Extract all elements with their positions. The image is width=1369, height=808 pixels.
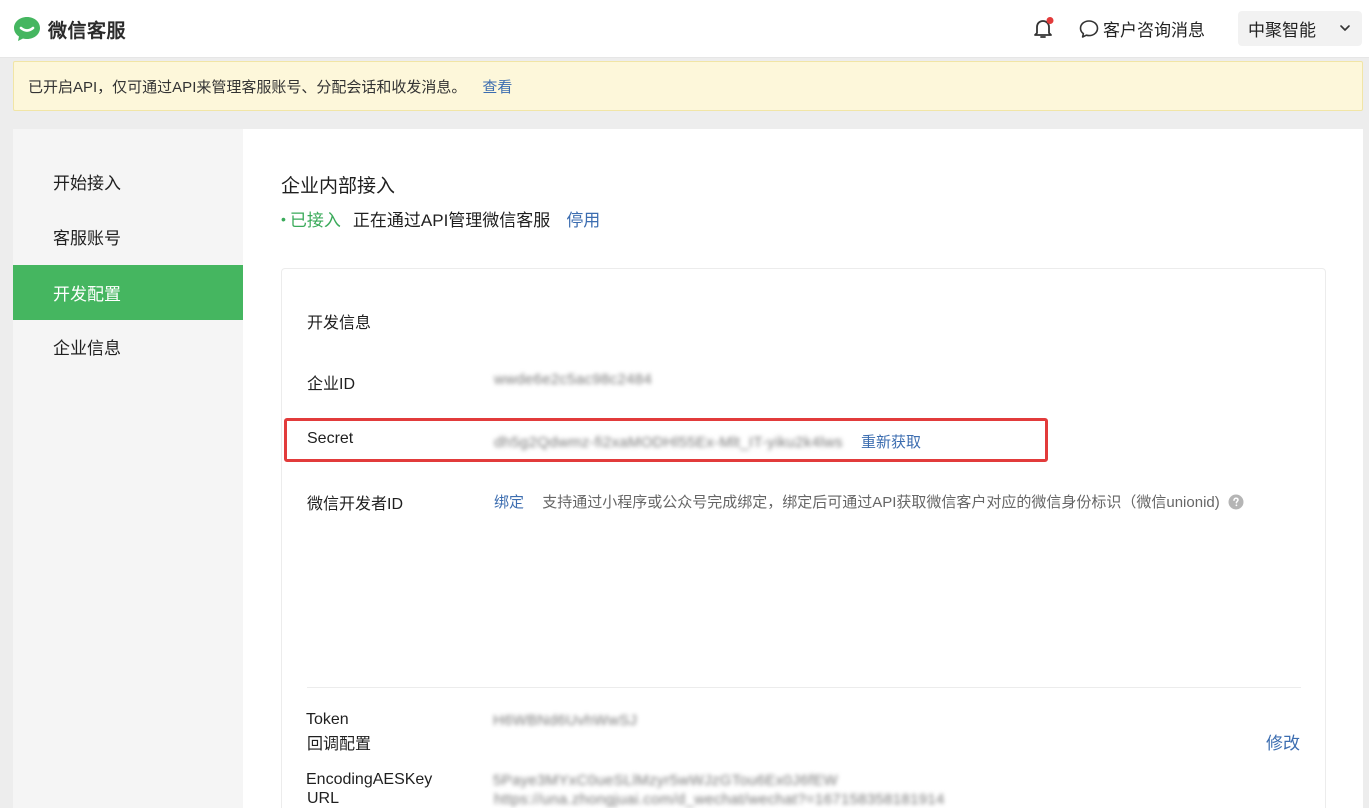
corp-id-value: wwde6e2c5ac98c2484 <box>494 371 653 388</box>
corp-id-label: 企业ID <box>307 376 356 393</box>
sidebar-item-label: 客服账号 <box>53 229 121 248</box>
question-help-icon[interactable] <box>1228 494 1244 510</box>
secret-value: dh5g2Qdwmz-fi2xaMODHl55Ex-Mlt_IT-yiku2k4… <box>494 434 843 451</box>
api-notice-view-link[interactable]: 查看 <box>482 76 512 97</box>
customer-messages-button[interactable]: 客户咨询消息 <box>1078 16 1205 41</box>
top-header: 微信客服 客户咨询消息 中聚智能 <box>0 0 1369 58</box>
bind-developer-id-link[interactable]: 绑定 <box>494 494 524 511</box>
section-divider <box>307 687 1301 688</box>
aes-key-label: EncodingAESKey <box>306 771 433 788</box>
sidebar-item-label: 企业信息 <box>53 339 121 358</box>
chat-bubble-icon <box>1079 19 1099 38</box>
api-notice-text: 已开启API，仅可通过API来管理客服账号、分配会话和收发消息。 <box>28 78 467 96</box>
status-badge: 已接入 <box>289 211 341 230</box>
sidebar-item-start[interactable]: 开始接入 <box>13 154 243 209</box>
app-logo[interactable]: 微信客服 <box>12 14 126 44</box>
bell-icon[interactable] <box>1031 16 1055 40</box>
sidebar-item-dev-config[interactable]: 开发配置 <box>13 265 243 320</box>
token-value: H6WBNd6UvhWwSJ <box>493 712 638 729</box>
developer-id-label: 微信开发者ID <box>307 496 404 513</box>
notification-dot-icon <box>1046 17 1054 24</box>
developer-id-description: 支持通过小程序或公众号完成绑定，绑定后可通过API获取微信客户对应的微信身份标识… <box>542 494 1220 511</box>
sidebar-item-label: 开始接入 <box>53 174 121 193</box>
callback-heading: 回调配置 <box>307 736 372 753</box>
chevron-down-icon <box>1340 25 1350 31</box>
url-label: URL <box>307 790 340 807</box>
connection-status: • 已接入 正在通过API管理微信客服 停用 <box>281 206 600 231</box>
status-dot-icon: • <box>281 210 286 227</box>
regenerate-secret-link[interactable]: 重新获取 <box>861 434 921 451</box>
sidebar-item-company-info[interactable]: 企业信息 <box>13 319 243 374</box>
content-area: 企业内部接入 • 已接入 正在通过API管理微信客服 停用 开发信息 企业ID … <box>243 129 1363 808</box>
api-notice-banner: 已开启API，仅可通过API来管理客服账号、分配会话和收发消息。 查看 <box>13 61 1363 111</box>
aes-key-value: 5Paye3MYxC0ueSLlMzyr5wWJzGTou6Ex0J6fEW <box>493 772 838 789</box>
dev-info-heading: 开发信息 <box>307 315 372 332</box>
disable-link[interactable]: 停用 <box>566 206 600 231</box>
app-title: 微信客服 <box>48 20 127 42</box>
token-label: Token <box>306 711 349 728</box>
secret-label: Secret <box>307 430 354 447</box>
edit-callback-link[interactable]: 修改 <box>1266 729 1300 754</box>
config-card: 开发信息 企业ID wwde6e2c5ac98c2484 Secret dh5g… <box>281 268 1326 808</box>
org-name: 中聚智能 <box>1248 21 1316 40</box>
status-description: 正在通过API管理微信客服 <box>352 211 551 230</box>
url-value: https://una.zhongjuai.com/d_wechat/wecha… <box>494 791 945 808</box>
wechat-service-logo-icon <box>14 17 40 41</box>
customer-messages-label: 客户咨询消息 <box>1103 21 1205 40</box>
developer-id-row: 绑定 支持通过小程序或公众号完成绑定，绑定后可通过API获取微信客户对应的微信身… <box>494 491 1244 512</box>
secret-row: dh5g2Qdwmz-fi2xaMODHl55Ex-Mlt_IT-yiku2k4… <box>494 431 921 452</box>
org-switcher[interactable]: 中聚智能 <box>1238 11 1362 46</box>
sidebar: 开始接入 客服账号 开发配置 企业信息 <box>13 129 243 808</box>
sidebar-item-service-accounts[interactable]: 客服账号 <box>13 209 243 264</box>
main-panel: 开始接入 客服账号 开发配置 企业信息 企业内部接入 • 已接入 正在通过API… <box>13 129 1363 808</box>
sidebar-item-label: 开发配置 <box>53 285 121 304</box>
page-title: 企业内部接入 <box>281 176 396 197</box>
